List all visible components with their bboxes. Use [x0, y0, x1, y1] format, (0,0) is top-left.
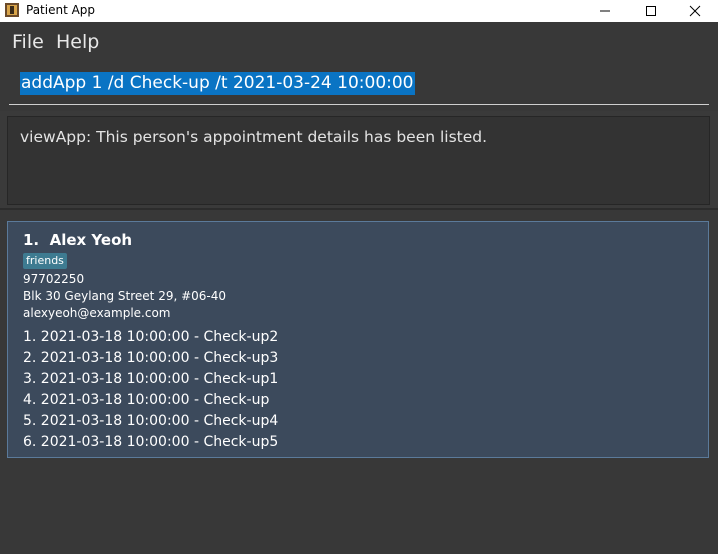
appointment-item: 3. 2021-03-18 10:00:00 - Check-up1 [23, 371, 279, 387]
minimize-button[interactable] [582, 0, 628, 22]
tag-badge: friends [23, 253, 67, 269]
person-phone: 97702250 [23, 272, 85, 286]
person-name-text: Alex Yeoh [49, 231, 133, 249]
menu-bar: File Help [0, 22, 718, 59]
appointment-item: 6. 2021-03-18 10:00:00 - Check-up5 [23, 434, 279, 450]
result-display[interactable]: viewApp: This person's appointment detai… [7, 116, 710, 205]
minimize-icon [600, 10, 610, 12]
title-bar: Patient App [0, 0, 718, 22]
window-title: Patient App [26, 3, 96, 17]
person-address: Blk 30 Geylang Street 29, #06-40 [23, 289, 227, 303]
person-email: alexyeoh@example.com [23, 306, 171, 320]
result-text: viewApp: This person's appointment detai… [20, 128, 488, 146]
command-box: addApp 1 /d Check-up /t 2021-03-24 10:00… [0, 59, 718, 111]
menu-help[interactable]: Help [56, 31, 99, 53]
person-list[interactable]: 1. Alex Yeoh friends 97702250 Blk 30 Gey… [0, 210, 718, 554]
person-name: 1. Alex Yeoh [23, 231, 132, 249]
app-icon [4, 2, 20, 18]
maximize-button[interactable] [628, 0, 674, 22]
person-card[interactable]: 1. Alex Yeoh friends 97702250 Blk 30 Gey… [7, 221, 709, 458]
command-input[interactable]: addApp 1 /d Check-up /t 2021-03-24 10:00… [9, 59, 709, 105]
menu-file[interactable]: File [12, 31, 44, 53]
close-icon [689, 5, 701, 17]
appointment-item: 4. 2021-03-18 10:00:00 - Check-up [23, 392, 270, 408]
maximize-icon [646, 6, 656, 16]
appointment-item: 1. 2021-03-18 10:00:00 - Check-up2 [23, 329, 279, 345]
appointment-item: 5. 2021-03-18 10:00:00 - Check-up4 [23, 413, 279, 429]
person-index: 1. [23, 231, 40, 249]
command-input-text: addApp 1 /d Check-up /t 2021-03-24 10:00… [20, 72, 415, 95]
close-button[interactable] [672, 0, 718, 22]
appointment-item: 2. 2021-03-18 10:00:00 - Check-up3 [23, 350, 279, 366]
